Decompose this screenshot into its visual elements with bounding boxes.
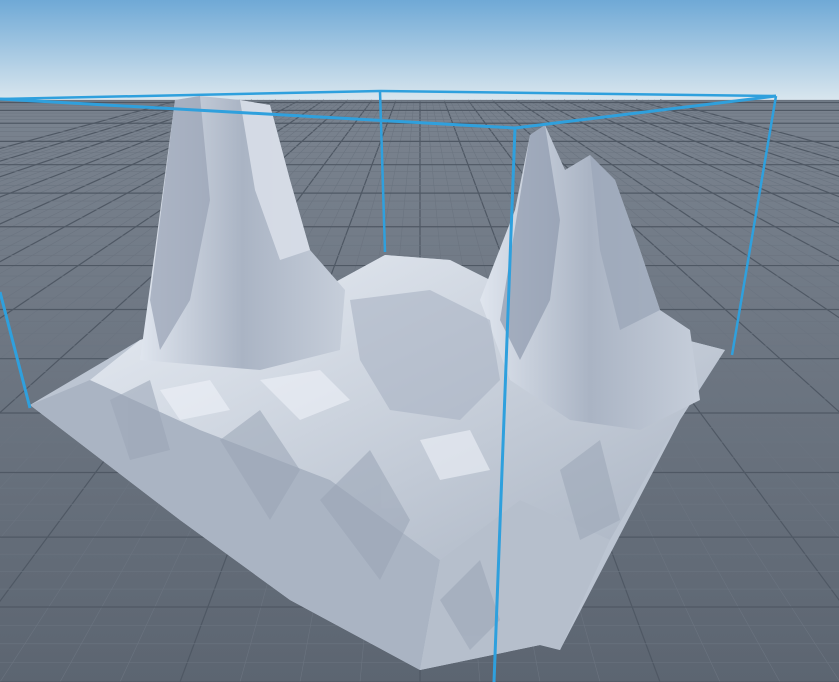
scene-canvas[interactable] <box>0 0 839 682</box>
3d-viewport[interactable] <box>0 0 839 682</box>
sky <box>0 0 839 100</box>
